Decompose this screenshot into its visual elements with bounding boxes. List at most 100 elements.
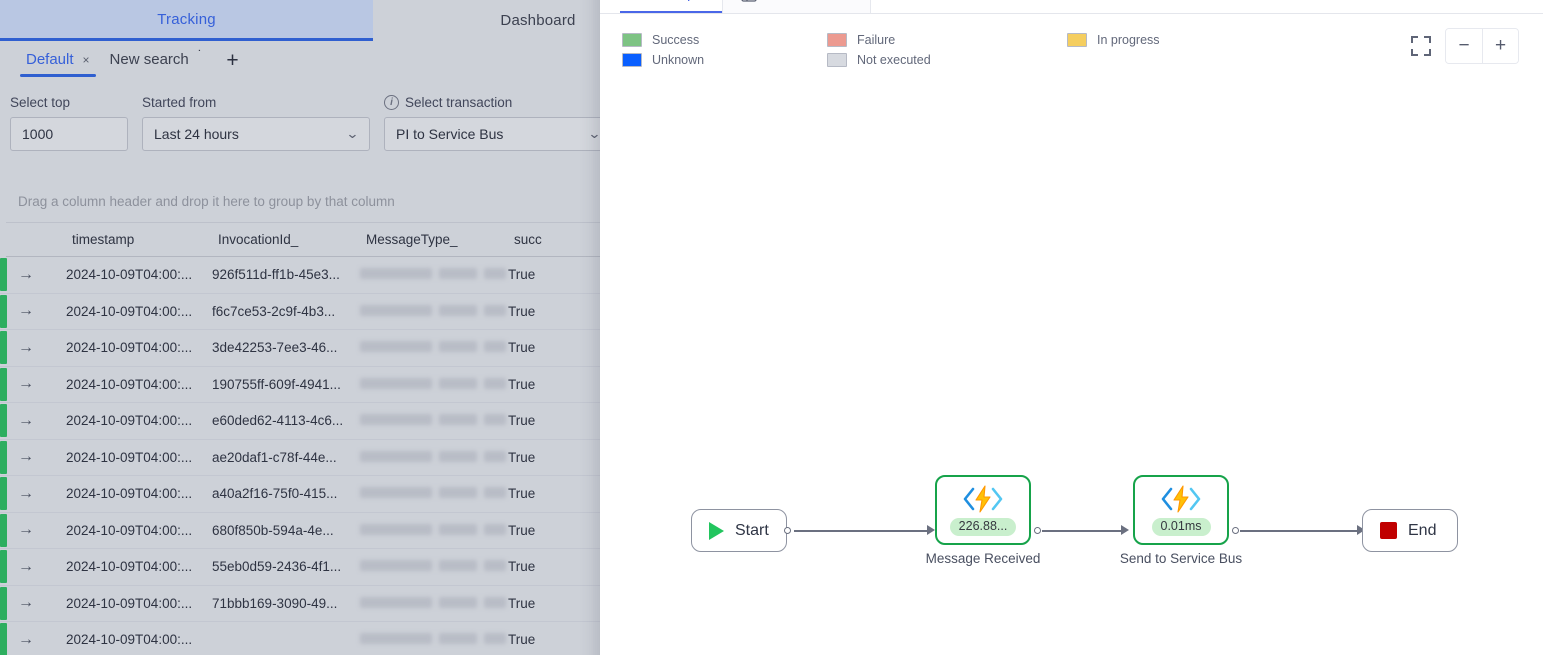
unsaved-dot-icon: ˙ <box>197 46 203 63</box>
row-expand-arrow-icon[interactable]: → <box>18 266 66 284</box>
grid-body: → 2024-10-09T04:00:... 926f511d-ff1b-45e3.… <box>0 257 700 655</box>
zoom-in-button[interactable]: + <box>1482 29 1518 63</box>
table-row[interactable]: → 2024-10-09T04:00:... a40a2f16-75f0-415..… <box>0 476 700 513</box>
legend-label-unknown: Unknown <box>652 53 705 67</box>
table-row[interactable]: → 2024-10-09T04:00:... e60ded62-4113-4c6..… <box>0 403 700 440</box>
flow-node-start[interactable]: Start <box>691 509 791 552</box>
fullscreen-icon[interactable] <box>1411 36 1431 56</box>
column-header-messagetype[interactable]: MessageType_ <box>366 232 514 247</box>
end-node[interactable]: End <box>1362 509 1458 552</box>
legend-label-failure: Failure <box>857 33 896 47</box>
table-row[interactable]: → 2024-10-09T04:00:... True <box>0 622 700 655</box>
redacted-value <box>360 341 506 353</box>
row-expand-arrow-icon[interactable]: → <box>18 521 66 539</box>
redaction-block <box>360 377 432 389</box>
add-search-tab-button[interactable]: + <box>214 50 250 74</box>
flow-node-message-received[interactable]: 226.88... Message Received <box>926 475 1041 566</box>
legend-label-success: Success <box>652 33 700 47</box>
row-expand-arrow-icon[interactable]: → <box>18 594 66 612</box>
table-row[interactable]: → 2024-10-09T04:00:... 71bbb169-3090-49...… <box>0 586 700 622</box>
flow-node-end[interactable]: End <box>1362 509 1458 552</box>
table-row[interactable]: → 2024-10-09T04:00:... 926f511d-ff1b-45e3.… <box>0 257 700 294</box>
message-received-duration: 226.88... <box>949 517 1017 537</box>
select-transaction-dropdown[interactable]: PI to Service Bus ⌄ <box>384 117 612 151</box>
cell-invocationid: 71bbb169-3090-49... <box>212 595 338 611</box>
transaction-flow-canvas[interactable]: Start 226.88... Message Received 0.01ms … <box>600 80 1543 640</box>
group-panel-hint: Drag a column header and drop it here to… <box>18 194 395 209</box>
tab-tracked-data[interactable]: Tracked data <box>721 0 871 13</box>
redaction-block <box>439 268 477 280</box>
table-row[interactable]: → 2024-10-09T04:00:... 680f850b-594a-4e...… <box>0 513 700 549</box>
redaction-block <box>439 523 477 535</box>
row-expand-arrow-icon[interactable]: → <box>18 631 66 649</box>
app-root: Tracking Dashboard Default × New search … <box>0 0 1543 655</box>
started-from-dropdown[interactable]: Last 24 hours ⌄ <box>142 117 370 151</box>
column-header-success[interactable]: succ <box>514 232 614 247</box>
redaction-block <box>360 633 432 645</box>
cell-invocationid: e60ded62-4113-4c6... <box>212 413 344 429</box>
tab-graph[interactable]: Graph <box>620 0 722 13</box>
send-to-service-bus-out-port[interactable] <box>1232 527 1239 534</box>
column-header-timestamp[interactable]: timestamp <box>72 232 218 247</box>
row-status-cell <box>0 404 18 438</box>
column-header-invocationid[interactable]: InvocationId_ <box>218 232 366 247</box>
close-icon[interactable]: × <box>83 53 90 67</box>
legend-item-failure: Failure <box>827 30 1067 50</box>
row-expand-arrow-icon[interactable]: → <box>18 302 66 320</box>
start-out-port[interactable] <box>784 527 791 534</box>
cell-success: True <box>508 413 536 429</box>
graph-panel-tab-bar: Graph Tracked data <box>600 0 1543 14</box>
group-panel[interactable]: Drag a column header and drop it here to… <box>6 181 694 223</box>
cell-timestamp: 2024-10-09T04:00:... <box>66 413 193 429</box>
cell-timestamp: 2024-10-09T04:00:... <box>66 449 193 465</box>
table-row[interactable]: → 2024-10-09T04:00:... 190755ff-609f-4941.… <box>0 367 700 403</box>
info-icon[interactable]: i <box>384 95 399 110</box>
redaction-block <box>360 450 432 462</box>
redacted-value <box>360 377 506 389</box>
tab-tracking[interactable]: Tracking <box>0 0 373 41</box>
search-tab-new-search[interactable]: New search ˙ <box>102 47 211 77</box>
redaction-block <box>360 523 432 535</box>
send-to-service-bus-node[interactable]: 0.01ms <box>1133 475 1229 545</box>
cell-invocationid: ae20daf1-c78f-44e... <box>212 449 337 465</box>
start-node[interactable]: Start <box>691 509 787 552</box>
redaction-block <box>439 377 477 389</box>
cell-success: True <box>508 303 536 319</box>
flow-node-send-to-service-bus[interactable]: 0.01ms Send to Service Bus <box>1120 475 1242 566</box>
table-row[interactable]: → 2024-10-09T04:00:... 3de42253-7ee3-46...… <box>0 330 700 367</box>
cell-messagetype <box>360 559 508 574</box>
redaction-block <box>484 377 506 389</box>
search-tab-default[interactable]: Default × <box>18 47 98 77</box>
redacted-value <box>360 414 506 426</box>
filter-started-from: Started from Last 24 hours ⌄ <box>142 95 370 151</box>
cell-invocationid: a40a2f16-75f0-415... <box>212 486 338 502</box>
select-top-input[interactable]: 1000 <box>10 117 128 151</box>
cell-success: True <box>508 267 536 283</box>
row-expand-arrow-icon[interactable]: → <box>18 448 66 466</box>
message-received-node[interactable]: 226.88... <box>935 475 1031 545</box>
message-received-out-port[interactable] <box>1034 527 1041 534</box>
row-status-cell <box>0 440 18 474</box>
legend-label-not-executed: Not executed <box>857 53 931 67</box>
cell-success: True <box>508 486 536 502</box>
cell-success: True <box>508 522 536 538</box>
redaction-block <box>484 560 506 572</box>
zoom-controls: − + <box>1445 28 1519 64</box>
started-from-label-text: Started from <box>142 95 217 110</box>
redaction-block <box>360 560 432 572</box>
tracking-app: Tracking Dashboard Default × New search … <box>0 0 703 655</box>
zoom-out-button[interactable]: − <box>1446 29 1482 63</box>
redacted-value <box>360 487 506 499</box>
row-expand-arrow-icon[interactable]: → <box>18 339 66 357</box>
select-top-value: 1000 <box>22 126 54 142</box>
row-status-indicator <box>0 367 7 401</box>
transaction-graph-panel: Graph Tracked data Success Failure <box>600 0 1543 655</box>
table-row[interactable]: → 2024-10-09T04:00:... 55eb0d59-2436-4f1..… <box>0 549 700 586</box>
table-row[interactable]: → 2024-10-09T04:00:... ae20daf1-c78f-44e..… <box>0 440 700 476</box>
row-expand-arrow-icon[interactable]: → <box>18 558 66 576</box>
row-expand-arrow-icon[interactable]: → <box>18 375 66 393</box>
row-expand-arrow-icon[interactable]: → <box>18 412 66 430</box>
row-expand-arrow-icon[interactable]: → <box>18 485 66 503</box>
table-row[interactable]: → 2024-10-09T04:00:... f6c7ce53-2c9f-4b3..… <box>0 294 700 330</box>
legend-item-not-executed: Not executed <box>827 50 1067 70</box>
